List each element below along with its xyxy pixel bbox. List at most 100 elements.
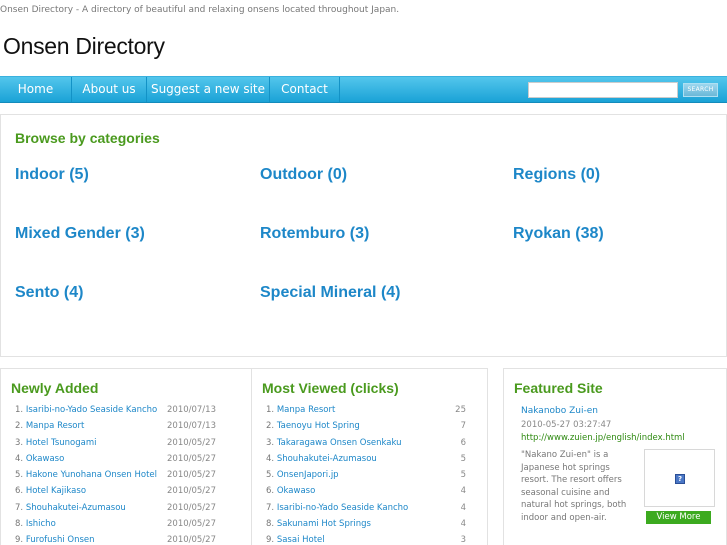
list-index: 2. xyxy=(15,421,24,432)
most-viewed-heading: Most Viewed (clicks) xyxy=(262,380,399,396)
list-item: 2. Manpa Resort 2010/07/13 xyxy=(15,421,216,437)
site-link[interactable]: OnsenJapori.jp xyxy=(277,470,339,480)
click-count: 25 xyxy=(455,405,466,415)
list-index: 3. xyxy=(266,437,275,448)
nav-contact[interactable]: Contact xyxy=(270,77,340,102)
list-index: 8. xyxy=(266,519,275,530)
list-index: 6. xyxy=(15,486,24,497)
date-added: 2010/05/27 xyxy=(167,437,216,448)
click-count: 6 xyxy=(460,437,466,448)
site-link[interactable]: Okawaso xyxy=(26,454,64,464)
site-link[interactable]: Hotel Tsunogami xyxy=(26,438,97,448)
list-item: 3. Takaragawa Onsen Osenkaku 6 xyxy=(266,438,466,454)
click-count: 4 xyxy=(460,519,466,530)
list-item: 9. Furofushi Onsen 2010/05/27 xyxy=(15,535,216,545)
site-tagline: Onsen Directory - A directory of beautif… xyxy=(0,5,400,15)
date-added: 2010/05/27 xyxy=(167,519,216,530)
site-link[interactable]: Isaribi-no-Yado Seaside Kancho xyxy=(277,503,408,513)
list-item: 6. Okawaso 4 xyxy=(266,486,466,502)
date-added: 2010/05/27 xyxy=(167,453,216,464)
search-input[interactable] xyxy=(528,82,678,98)
site-link[interactable]: Manpa Resort xyxy=(277,405,335,415)
category-link-regions[interactable]: Regions (0) xyxy=(513,166,600,184)
site-link[interactable]: Hotel Kajikaso xyxy=(26,486,86,496)
nav-suggest-site[interactable]: Suggest a new site xyxy=(147,77,270,102)
site-link[interactable]: Taenoyu Hot Spring xyxy=(277,421,360,431)
list-item: 8. Sakunami Hot Springs 4 xyxy=(266,519,466,535)
site-link[interactable]: Manpa Resort xyxy=(26,421,84,431)
list-item: 3. Hotel Tsunogami 2010/05/27 xyxy=(15,437,216,454)
category-link-sento[interactable]: Sento (4) xyxy=(15,284,83,302)
date-added: 2010/07/13 xyxy=(167,421,216,432)
site-link[interactable]: Shouhakutei-Azumasou xyxy=(26,503,126,513)
view-more-button[interactable]: View More xyxy=(646,511,711,524)
site-link[interactable]: Ishicho xyxy=(26,519,56,529)
date-added: 2010/05/27 xyxy=(167,502,216,513)
category-link-indoor[interactable]: Indoor (5) xyxy=(15,166,89,184)
site-link[interactable]: Sasai Hotel xyxy=(277,535,325,545)
category-link-special-mineral[interactable]: Special Mineral (4) xyxy=(260,284,401,302)
click-count: 7 xyxy=(460,421,466,432)
featured-site-url[interactable]: http://www.zuien.jp/english/index.html xyxy=(521,433,685,443)
most-viewed-list: 1. Manpa Resort 25 2. Taenoyu Hot Spring 7… xyxy=(266,405,466,545)
site-title[interactable]: Onsen Directory xyxy=(3,33,165,60)
main-navbar: Home About us Suggest a new site Contact… xyxy=(0,76,727,103)
site-link[interactable]: Shouhakutei-Azumasou xyxy=(277,454,377,464)
list-item: 1. Manpa Resort 25 xyxy=(266,405,466,421)
list-item: 5. Hakone Yunohana Onsen Hotel 2010/05/27 xyxy=(15,470,216,486)
list-item: 4. Okawaso 2010/05/27 xyxy=(15,453,216,470)
date-added: 2010/07/13 xyxy=(167,405,216,415)
featured-site-panel: Featured Site Nakanobo Zui-en 2010-05-27… xyxy=(503,368,727,545)
category-link-mixed-gender[interactable]: Mixed Gender (3) xyxy=(15,225,145,243)
click-count: 4 xyxy=(460,486,466,497)
click-count: 5 xyxy=(460,453,466,464)
list-item: 5. OnsenJapori.jp 5 xyxy=(266,470,466,486)
newly-added-panel: Newly Added 1. Isaribi-no-Yado Seaside K… xyxy=(0,368,252,545)
site-link[interactable]: Hakone Yunohana Onsen Hotel xyxy=(26,470,157,480)
list-index: 1. xyxy=(15,405,24,415)
featured-site-heading: Featured Site xyxy=(514,380,603,396)
nav-home[interactable]: Home xyxy=(0,77,72,102)
list-item: 1. Isaribi-no-Yado Seaside Kancho 2010/07… xyxy=(15,405,216,421)
site-link[interactable]: Takaragawa Onsen Osenkaku xyxy=(277,438,402,448)
list-item: 4. Shouhakutei-Azumasou 5 xyxy=(266,454,466,470)
site-link[interactable]: Furofushi Onsen xyxy=(26,535,95,545)
list-index: 9. xyxy=(266,535,275,545)
list-item: 7. Isaribi-no-Yado Seaside Kancho 4 xyxy=(266,503,466,519)
list-index: 5. xyxy=(266,470,275,481)
featured-site-name[interactable]: Nakanobo Zui-en xyxy=(521,406,598,416)
featured-site-thumbnail[interactable]: ? xyxy=(644,449,715,507)
list-index: 1. xyxy=(266,405,275,415)
categories-heading: Browse by categories xyxy=(15,130,160,146)
list-item: 8. Ishicho 2010/05/27 xyxy=(15,519,216,535)
broken-image-icon: ? xyxy=(675,474,685,484)
list-index: 6. xyxy=(266,486,275,497)
featured-site-description: "Nakano Zui-en" is a Japanese hot spring… xyxy=(521,450,627,523)
category-link-outdoor[interactable]: Outdoor (0) xyxy=(260,166,347,184)
list-index: 4. xyxy=(266,453,275,464)
category-link-rotemburo[interactable]: Rotemburo (3) xyxy=(260,225,369,243)
list-item: 9. Sasai Hotel 3 xyxy=(266,535,466,545)
featured-site-date: 2010-05-27 03:27:47 xyxy=(521,420,612,430)
click-count: 4 xyxy=(460,502,466,513)
date-added: 2010/05/27 xyxy=(167,470,216,481)
site-link[interactable]: Okawaso xyxy=(277,486,315,496)
list-index: 7. xyxy=(266,502,275,513)
date-added: 2010/05/27 xyxy=(167,535,216,545)
list-index: 2. xyxy=(266,421,275,432)
site-link[interactable]: Sakunami Hot Springs xyxy=(277,519,371,529)
site-link[interactable]: Isaribi-no-Yado Seaside Kancho xyxy=(26,405,157,415)
list-index: 3. xyxy=(15,437,24,448)
date-added: 2010/05/27 xyxy=(167,486,216,497)
search-button[interactable]: SEARCH xyxy=(683,83,718,97)
nav-about-us[interactable]: About us xyxy=(72,77,147,102)
newly-added-list: 1. Isaribi-no-Yado Seaside Kancho 2010/07… xyxy=(15,405,216,545)
list-index: 5. xyxy=(15,470,24,481)
newly-added-heading: Newly Added xyxy=(11,380,99,396)
list-item: 2. Taenoyu Hot Spring 7 xyxy=(266,421,466,437)
category-link-ryokan[interactable]: Ryokan (38) xyxy=(513,225,604,243)
click-count: 3 xyxy=(460,535,466,545)
list-index: 4. xyxy=(15,453,24,464)
click-count: 5 xyxy=(460,470,466,481)
list-item: 6. Hotel Kajikaso 2010/05/27 xyxy=(15,486,216,502)
